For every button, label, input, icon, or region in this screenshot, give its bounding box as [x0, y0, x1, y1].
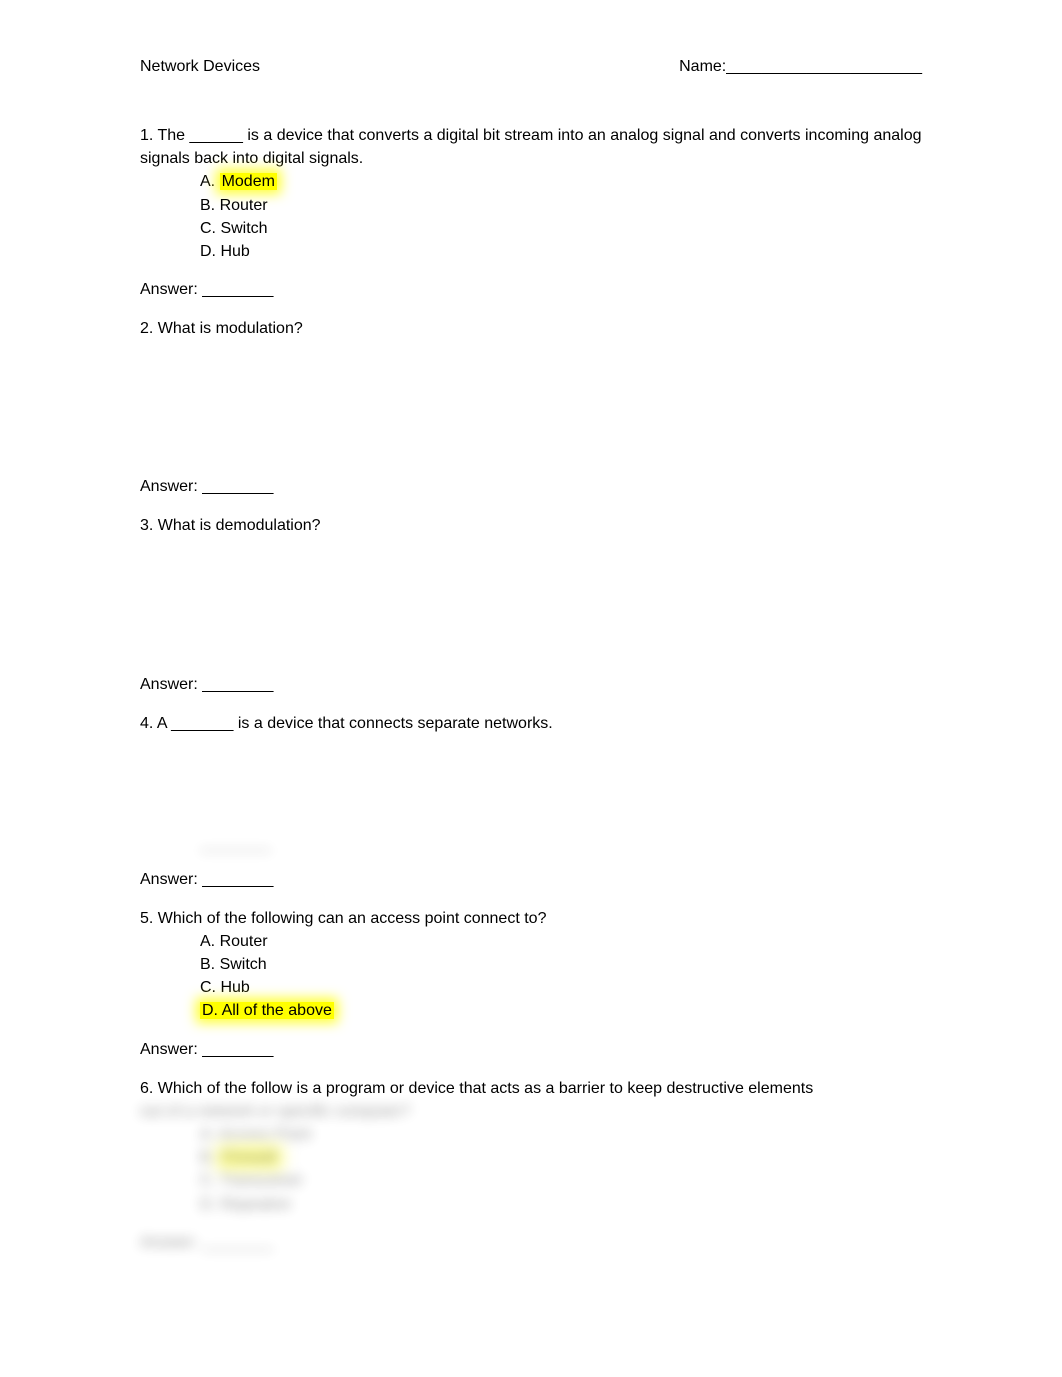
q1-a-highlight: Modem — [220, 173, 277, 190]
q1-prompt: 1. The ______ is a device that converts … — [140, 124, 922, 170]
q2-prompt: 2. What is modulation? — [140, 317, 922, 340]
q5-answer: Answer: ________ — [140, 1041, 922, 1059]
question-3: 3. What is demodulation? Answer: _______… — [140, 514, 922, 693]
q1-choice-c: C. Switch — [200, 217, 922, 240]
question-1: 1. The ______ is a device that converts … — [140, 124, 922, 299]
question-6: 6. Which of the follow is a program or d… — [140, 1077, 922, 1252]
q6-choice-a: A. Access Point — [200, 1123, 922, 1146]
question-4: 4. A _______ is a device that connects s… — [140, 712, 922, 889]
q1-choice-a: A. Modem — [200, 170, 922, 193]
q6-choice-d: D. Repeatrer — [200, 1193, 922, 1216]
q6-choice-b: B. Firewall — [200, 1146, 922, 1169]
q1-answer: Answer: ________ — [140, 281, 922, 299]
q6-answer: Answer: ________ — [140, 1234, 922, 1252]
page-title: Network Devices — [140, 58, 260, 76]
q4-hidden: ________ — [200, 835, 922, 853]
q5-choice-c: C. Hub — [200, 976, 922, 999]
q5-choices: A. Router B. Switch C. Hub D. All of the… — [200, 930, 922, 1023]
q3-prompt: 3. What is demodulation? — [140, 514, 922, 537]
q6-b-prefix: B. — [200, 1149, 220, 1166]
q6-choice-c: C. Transceiver — [200, 1169, 922, 1192]
q1-choices: A. Modem B. Router C. Switch D. Hub — [200, 170, 922, 263]
q1-a-prefix: A. — [200, 173, 220, 190]
q5-prompt: 5. Which of the following can an access … — [140, 907, 922, 930]
q1-choice-d: D. Hub — [200, 240, 922, 263]
q5-d-prefix: D. — [202, 1002, 222, 1019]
worksheet-page: Network Devices Name:___________________… — [0, 0, 1062, 1330]
q5-choice-a: A. Router — [200, 930, 922, 953]
question-5: 5. Which of the following can an access … — [140, 907, 922, 1059]
question-2: 2. What is modulation? Answer: ________ — [140, 317, 922, 496]
q5-choice-d: D. All of the above — [200, 999, 922, 1022]
q4-answer: Answer: ________ — [140, 871, 922, 889]
q5-choice-b: B. Switch — [200, 953, 922, 976]
header-row: Network Devices Name:___________________… — [140, 58, 922, 76]
q1-choice-b: B. Router — [200, 194, 922, 217]
q6-choices: A. Access Point B. Firewall C. Transceiv… — [200, 1123, 922, 1216]
q3-answer: Answer: ________ — [140, 676, 922, 694]
q6-hidden-line: out of a network or specific computer? — [140, 1100, 922, 1123]
q6-prompt: 6. Which of the follow is a program or d… — [140, 1077, 922, 1100]
name-field-label: Name:______________________ — [679, 58, 922, 76]
q4-prompt: 4. A _______ is a device that connects s… — [140, 712, 922, 735]
q5-d-text: All of the above — [222, 1002, 332, 1019]
q6-b-highlight: Firewall — [220, 1149, 279, 1166]
q2-answer: Answer: ________ — [140, 478, 922, 496]
